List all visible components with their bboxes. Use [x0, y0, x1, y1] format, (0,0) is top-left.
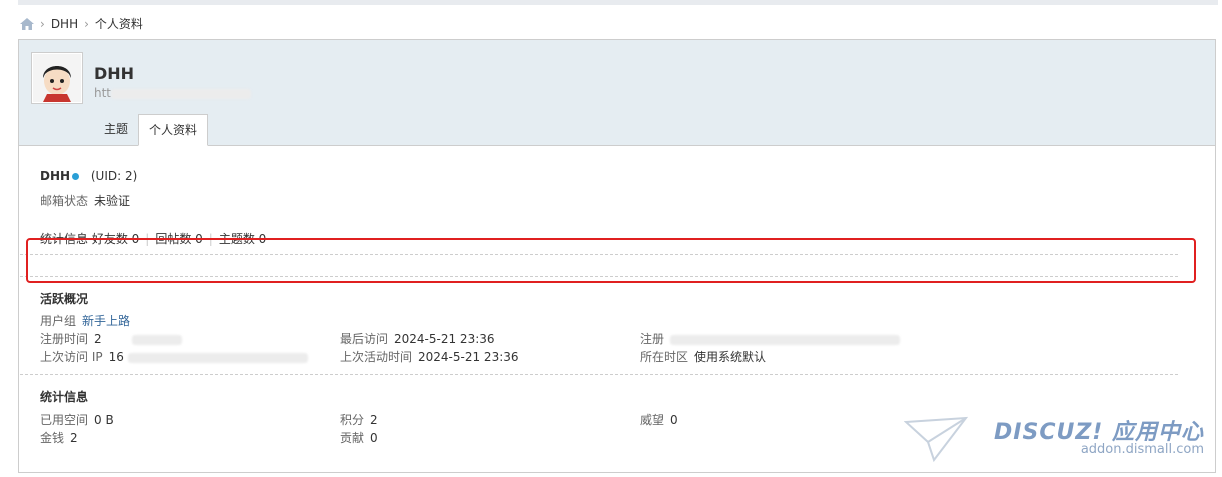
highlight-box [26, 238, 1196, 283]
watermark-domain: addon.dismall.com [1080, 442, 1204, 457]
home-icon[interactable] [20, 17, 34, 30]
avatar[interactable] [31, 52, 83, 104]
usergroup-label: 用户组 [40, 314, 77, 328]
reg-ip-label: 注册 [640, 332, 665, 346]
profile-url[interactable]: htt [94, 86, 252, 100]
money-label: 金钱 [40, 431, 65, 445]
tab-profile[interactable]: 个人资料 [138, 114, 209, 146]
paper-plane-icon [904, 416, 968, 463]
top-bar [18, 0, 1218, 5]
info-username: DHH [40, 169, 71, 183]
timezone-value: 使用系统默认 [694, 350, 767, 364]
usergroup-link[interactable]: 新手上路 [82, 314, 130, 328]
last-active-label: 上次活动时间 [340, 350, 413, 364]
space-label: 已用空间 [40, 413, 89, 427]
reg-ip-line: 注册 [640, 330, 901, 347]
info-uid: (UID: 2) [90, 169, 138, 183]
breadcrumb-current: 个人资料 [94, 17, 143, 31]
space-line: 已用空间 0 B [40, 411, 114, 428]
stats-title: 统计信息 [40, 390, 89, 404]
last-active-line: 上次活动时间 2024-5-21 23:36 [340, 348, 519, 365]
prestige-label: 威望 [640, 413, 665, 427]
profile-url-text: htt [94, 86, 112, 100]
last-visit-value: 2024-5-21 23:36 [394, 332, 495, 346]
reg-time-value: 2 [94, 332, 102, 346]
timezone-line: 所在时区 使用系统默认 [640, 348, 766, 365]
credits-label: 积分 [340, 413, 365, 427]
breadcrumb-user[interactable]: DHH [51, 17, 78, 31]
last-ip-label: 上次访问 IP [40, 350, 103, 364]
last-active-value: 2024-5-21 23:36 [418, 350, 519, 364]
last-visit-line: 最后访问 2024-5-21 23:36 [340, 330, 495, 347]
redacted-value [127, 352, 308, 363]
credits-value: 2 [370, 413, 378, 427]
prestige-value: 0 [670, 413, 678, 427]
space-value: 0 B [94, 413, 114, 427]
tab-threads[interactable]: 主题 [94, 114, 138, 144]
email-status-label: 邮箱状态 [40, 194, 89, 208]
profile-tabs: 主题 个人资料 [94, 114, 209, 146]
usergroup-line: 用户组 新手上路 [40, 312, 130, 329]
reg-time-label: 注册时间 [40, 332, 89, 346]
activity-title: 活跃概况 [40, 292, 89, 306]
breadcrumb: › DHH › 个人资料 [20, 15, 143, 32]
last-ip-line: 上次访问 IP 16 [40, 348, 308, 365]
contrib-line: 贡献 0 [340, 429, 378, 446]
watermark: DISCUZ! 应用中心 addon.dismall.com [904, 410, 1204, 466]
credits-line: 积分 2 [340, 411, 378, 428]
info-name-line: DHH (UID: 2) [40, 169, 137, 183]
email-status-line: 邮箱状态 未验证 [40, 192, 130, 209]
online-status-icon [72, 173, 80, 180]
divider [20, 374, 1178, 375]
profile-header: DHH htt 主题 个人资料 [19, 40, 1215, 146]
breadcrumb-separator: › [40, 16, 45, 31]
redacted-value [670, 334, 901, 345]
timezone-label: 所在时区 [640, 350, 689, 364]
redacted-value [131, 334, 182, 345]
profile-username: DHH [94, 64, 135, 83]
reg-time-line: 注册时间 2 [40, 330, 182, 347]
last-visit-label: 最后访问 [340, 332, 389, 346]
email-status-value: 未验证 [94, 194, 131, 208]
redacted-url [111, 88, 252, 99]
breadcrumb-separator: › [84, 16, 89, 31]
money-line: 金钱 2 [40, 429, 78, 446]
contrib-label: 贡献 [340, 431, 365, 445]
prestige-line: 威望 0 [640, 411, 678, 428]
money-value: 2 [70, 431, 78, 445]
avatar-image [33, 54, 81, 102]
last-ip-value: 16 [108, 350, 124, 364]
contrib-value: 0 [370, 431, 378, 445]
